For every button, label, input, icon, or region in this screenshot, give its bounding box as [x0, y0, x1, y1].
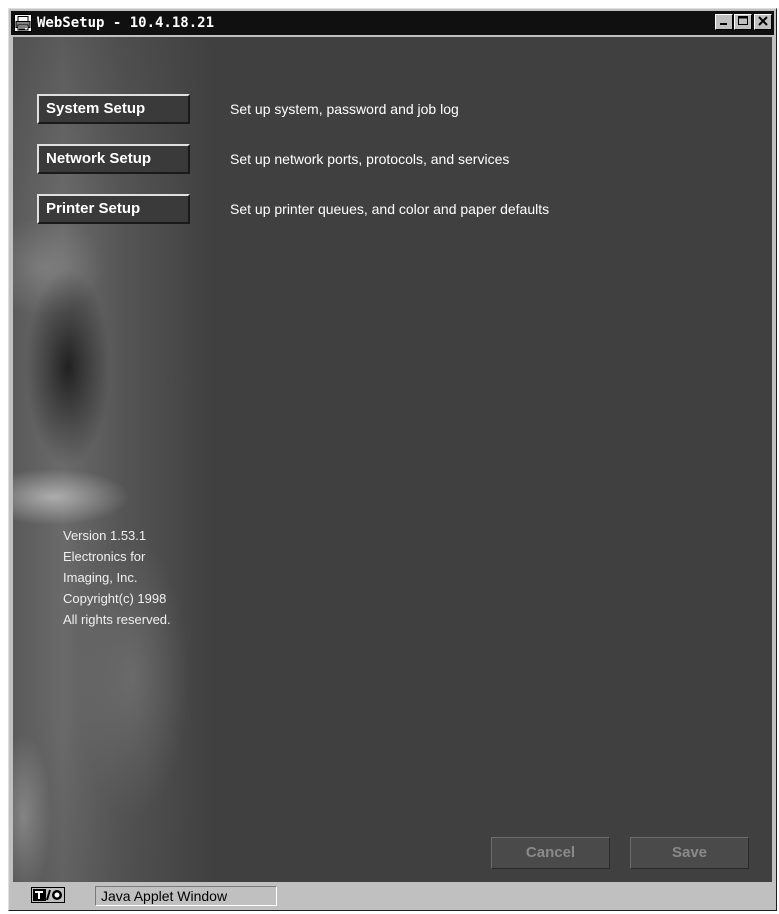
cancel-button[interactable]: Cancel — [491, 837, 610, 869]
version-info: Version 1.53.1 Electronics for Imaging, … — [63, 525, 171, 630]
save-button[interactable]: Save — [630, 837, 749, 869]
java-applet-icon — [31, 887, 65, 903]
applet-window: WebSetup - 10.4.18.21 System Setup Set u… — [8, 8, 777, 911]
window-controls — [715, 14, 772, 30]
network-setup-description: Set up network ports, protocols, and ser… — [230, 151, 510, 167]
rights-text: All rights reserved. — [63, 612, 171, 627]
close-icon — [758, 13, 768, 31]
status-bar: Java Applet Window — [13, 884, 772, 908]
title-bar[interactable]: WebSetup - 10.4.18.21 — [11, 11, 774, 35]
maximize-icon — [738, 13, 748, 31]
network-setup-button[interactable]: Network Setup — [37, 144, 190, 174]
window-title: WebSetup - 10.4.18.21 — [37, 15, 215, 31]
status-text: Java Applet Window — [95, 886, 277, 906]
minimize-button[interactable] — [715, 14, 733, 30]
company-text-line1: Electronics for — [63, 549, 146, 564]
company-text-line2: Imaging, Inc. — [63, 570, 138, 585]
minimize-icon — [719, 13, 729, 31]
version-text: Version 1.53.1 — [63, 528, 147, 543]
system-setup-description: Set up system, password and job log — [230, 101, 459, 117]
maximize-button[interactable] — [734, 14, 752, 30]
printer-setup-button[interactable]: Printer Setup — [37, 194, 190, 224]
copyright-text: Copyright(c) 1998 — [63, 591, 167, 606]
system-setup-button[interactable]: System Setup — [37, 94, 190, 124]
printer-icon — [14, 14, 32, 32]
applet-content: System Setup Set up system, password and… — [13, 37, 772, 882]
printer-setup-description: Set up printer queues, and color and pap… — [230, 201, 550, 217]
close-button[interactable] — [754, 14, 772, 30]
